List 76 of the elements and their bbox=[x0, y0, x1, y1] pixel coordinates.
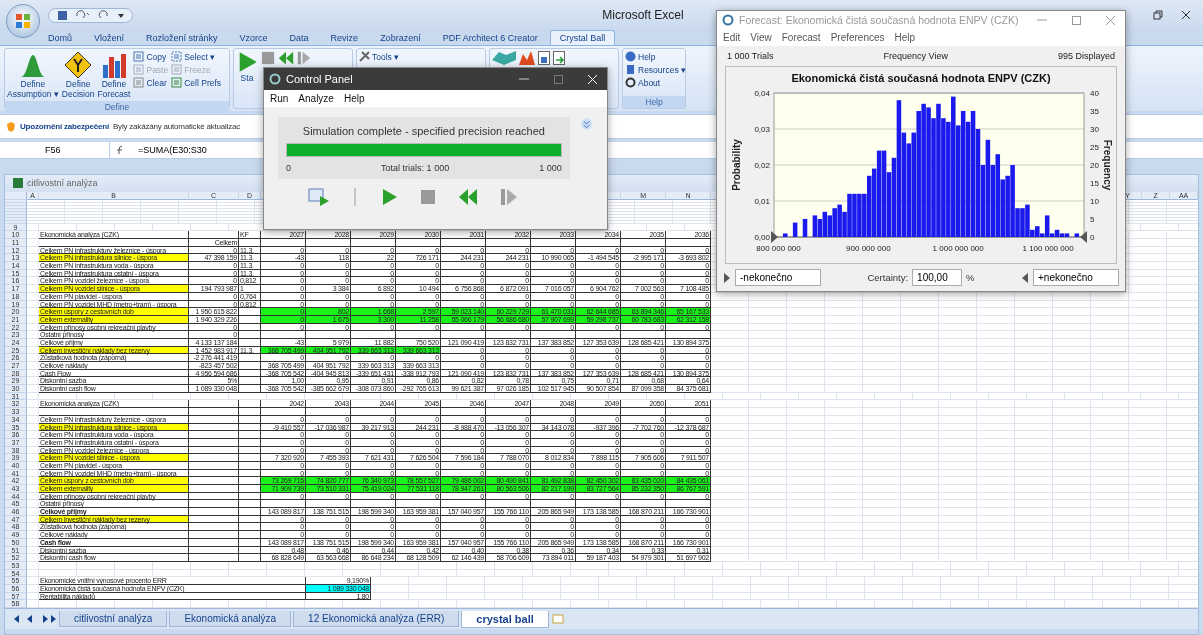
chart-title: Ekonomická čistá současná hodnota ENPV (CZK) bbox=[791, 72, 1051, 84]
window-title: Microsoft Excel bbox=[602, 8, 684, 22]
view-label: Frequency View bbox=[883, 51, 948, 61]
tick-label: 25 bbox=[1090, 143, 1099, 152]
formula-field[interactable]: =SUMA(E30:S30 bbox=[132, 145, 207, 156]
lower-bound-field[interactable]: -nekonečno bbox=[735, 269, 821, 286]
tick-label: 20 bbox=[1090, 161, 1099, 170]
sheet-tab[interactable]: Ekonomická analýza bbox=[169, 611, 292, 627]
trials-label: 1 000 Trials bbox=[727, 51, 774, 61]
menu-item[interactable]: Edit bbox=[723, 32, 741, 43]
ribbon-button[interactable]: Copy bbox=[133, 51, 169, 62]
tick-label: 800 000 000 bbox=[756, 244, 801, 253]
window-title: Forecast: Ekonomická čistá současná hodnota ENPV (CZK) bbox=[739, 14, 1020, 26]
menu-item[interactable]: Forecast bbox=[781, 32, 821, 43]
displayed-label: 995 Displayed bbox=[1057, 51, 1115, 61]
ribbon-button[interactable]: Help bbox=[625, 51, 686, 62]
group-label: Help bbox=[623, 96, 685, 108]
tick-label: 1 100 000 000 bbox=[1022, 244, 1074, 253]
tick-label: 0,03 bbox=[754, 125, 770, 134]
workbook-title: citlivostní analýza bbox=[27, 178, 98, 189]
tick-label: 0,01 bbox=[754, 197, 770, 206]
percent-label: % bbox=[966, 272, 975, 283]
ribbon-tab[interactable]: Vzorce bbox=[229, 30, 278, 45]
ribbon-tab[interactable]: Domů bbox=[38, 30, 82, 45]
ribbon-button[interactable]: Cell Prefs bbox=[171, 77, 222, 88]
trials-label: Total trials: 1 000 bbox=[381, 163, 450, 173]
group-label: Define bbox=[5, 101, 229, 113]
sheet-tab[interactable]: 12 Ekonomická analýza (ERR) bbox=[293, 611, 460, 627]
ribbon-button[interactable]: Define Assumption ▾ bbox=[7, 51, 59, 99]
menu-item[interactable]: Help bbox=[894, 32, 916, 43]
ribbon-button[interactable]: Resources ▾ bbox=[625, 64, 686, 75]
tick-label: 30 bbox=[1090, 125, 1099, 134]
security-message: Byly zakázány automatické aktualizac bbox=[112, 122, 241, 132]
ribbon-tab[interactable]: Crystal Ball bbox=[549, 30, 616, 45]
menu-item[interactable]: View bbox=[750, 32, 772, 43]
tick-label: 0 bbox=[1090, 233, 1095, 242]
certainty-label: Certainty: bbox=[867, 272, 909, 283]
tick-label: 0,02 bbox=[754, 161, 770, 170]
ribbon-tab[interactable]: Zobrazení bbox=[370, 30, 431, 45]
tools-button[interactable]: Tools ▾ bbox=[359, 51, 400, 62]
tick-label: 35 bbox=[1090, 107, 1099, 116]
ribbon-tab[interactable]: PDF Architect 6 Creator bbox=[432, 30, 548, 45]
ribbon-tab[interactable]: Vložení bbox=[84, 30, 135, 45]
ribbon-button[interactable]: Define Forecast bbox=[97, 51, 131, 99]
scale-label: 1 000 bbox=[539, 163, 562, 173]
tick-label: 900 000 000 bbox=[846, 244, 891, 253]
tick-label: 0,00 bbox=[754, 233, 770, 242]
name-box[interactable]: F56 bbox=[0, 142, 110, 159]
ribbon-tab[interactable]: Rozložení stránky bbox=[136, 30, 228, 45]
status-message: Simulation complete - specified precision reached bbox=[301, 125, 546, 137]
tick-label: 40 bbox=[1090, 89, 1099, 98]
scale-label: 0 bbox=[286, 163, 291, 173]
tick-label: 10 bbox=[1090, 197, 1099, 206]
start-button[interactable]: Sta bbox=[236, 51, 258, 83]
ribbon-button[interactable]: Select ▾ bbox=[171, 51, 222, 62]
tick-label: 15 bbox=[1090, 179, 1099, 188]
security-title: Upozornění zabezpečení bbox=[20, 122, 109, 132]
axis-title: Probability bbox=[731, 139, 742, 191]
menu-item[interactable]: Preferences bbox=[830, 32, 885, 43]
tick-label: 5 bbox=[1090, 215, 1095, 224]
menu-item[interactable]: Help bbox=[343, 93, 365, 104]
tick-label: 0,04 bbox=[754, 89, 770, 98]
tick-label: 1 000 000 000 bbox=[932, 244, 984, 253]
sheet-tab[interactable]: citlivostní analýza bbox=[59, 611, 168, 627]
ribbon-button[interactable]: Clear bbox=[133, 77, 169, 88]
ribbon-button[interactable]: Define Decision bbox=[61, 51, 95, 99]
ribbon-tab[interactable]: Revize bbox=[320, 30, 369, 45]
menu-item[interactable]: Run bbox=[270, 93, 289, 104]
ribbon-tab[interactable]: Data bbox=[279, 30, 319, 45]
sheet-tab[interactable]: crystal ball bbox=[461, 610, 549, 628]
certainty-field[interactable]: 100,00 bbox=[912, 269, 963, 286]
upper-bound-field[interactable]: +nekonečno bbox=[1033, 269, 1119, 286]
ribbon-button[interactable]: About bbox=[625, 77, 686, 88]
window-title: Control Panel bbox=[286, 73, 354, 85]
axis-title: Frequency bbox=[1102, 139, 1113, 191]
menu-item[interactable]: Analyze bbox=[298, 93, 334, 104]
